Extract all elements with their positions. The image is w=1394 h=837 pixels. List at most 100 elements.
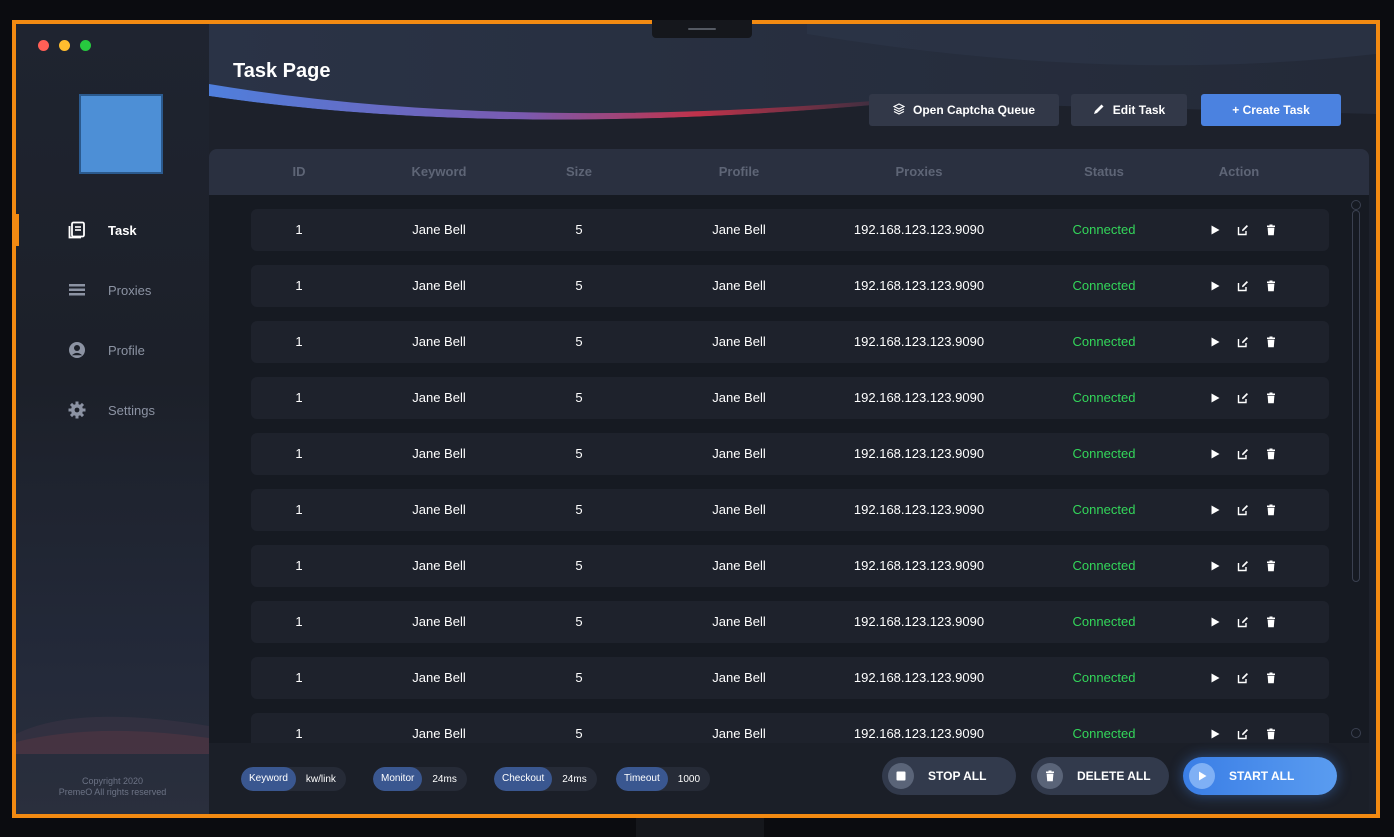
run-task-icon[interactable]	[1209, 504, 1221, 516]
edit-task-icon[interactable]	[1237, 224, 1249, 236]
start-all-button[interactable]: START ALL	[1183, 757, 1337, 795]
run-task-icon[interactable]	[1209, 728, 1221, 740]
edit-task-icon[interactable]	[1237, 504, 1249, 516]
sidebar-item-proxies[interactable]: Proxies	[16, 260, 209, 320]
sidebar-wave-decoration	[16, 716, 209, 754]
table-row[interactable]: 1 Jane Bell 5 Jane Bell 192.168.123.123.9090…	[251, 209, 1329, 251]
table-row[interactable]: 1 Jane Bell 5 Jane Bell 192.168.123.123.9090…	[251, 713, 1329, 743]
delete-task-icon[interactable]	[1265, 728, 1277, 740]
run-task-icon[interactable]	[1209, 672, 1221, 684]
delete-task-icon[interactable]	[1265, 448, 1277, 460]
run-task-icon[interactable]	[1209, 224, 1221, 236]
cell-keyword: Jane Bell	[412, 334, 466, 349]
delete-task-icon[interactable]	[1265, 336, 1277, 348]
cell-id: 1	[295, 726, 303, 741]
cell-id: 1	[295, 278, 303, 293]
cell-keyword: Jane Bell	[412, 390, 466, 405]
cell-size: 5	[575, 726, 583, 741]
sidebar-item-profile[interactable]: Profile	[16, 320, 209, 380]
maximize-window-button[interactable]	[80, 40, 91, 51]
edit-task-icon[interactable]	[1237, 392, 1249, 404]
delete-task-icon[interactable]	[1265, 392, 1277, 404]
run-task-icon[interactable]	[1209, 616, 1221, 628]
scroll-up-button[interactable]	[1351, 200, 1361, 210]
cell-keyword: Jane Bell	[412, 726, 466, 741]
table-row[interactable]: 1 Jane Bell 5 Jane Bell 192.168.123.123.9090…	[251, 433, 1329, 475]
cell-size: 5	[575, 614, 583, 629]
cell-proxy: 192.168.123.123.9090	[853, 446, 985, 461]
scroll-down-button[interactable]	[1351, 728, 1361, 738]
edit-task-icon[interactable]	[1237, 728, 1249, 740]
column-header-keyword: Keyword	[411, 164, 467, 179]
run-task-icon[interactable]	[1209, 448, 1221, 460]
cell-id: 1	[295, 334, 303, 349]
cell-id: 1	[295, 614, 303, 629]
cell-id: 1	[295, 222, 303, 237]
cell-size: 5	[575, 222, 583, 237]
run-task-icon[interactable]	[1209, 392, 1221, 404]
keyword-setting-chip[interactable]: Keyword kw/link	[241, 767, 346, 791]
delete-task-icon[interactable]	[1265, 504, 1277, 516]
minimize-window-button[interactable]	[59, 40, 70, 51]
monitor-setting-chip[interactable]: Monitor 24ms	[373, 767, 467, 791]
run-task-icon[interactable]	[1209, 560, 1221, 572]
edit-task-icon[interactable]	[1237, 448, 1249, 460]
create-task-button[interactable]: + Create Task	[1201, 94, 1341, 126]
column-header-size: Size	[565, 164, 592, 179]
edit-task-icon[interactable]	[1237, 336, 1249, 348]
run-task-icon[interactable]	[1209, 280, 1221, 292]
close-window-button[interactable]	[38, 40, 49, 51]
window-bottom-notch	[636, 818, 764, 837]
edit-task-icon[interactable]	[1237, 560, 1249, 572]
header-wave-decoration	[209, 24, 1376, 154]
edit-task-button[interactable]: Edit Task	[1071, 94, 1187, 126]
edit-task-label: Edit Task	[1112, 103, 1166, 117]
cell-proxy: 192.168.123.123.9090	[853, 222, 985, 237]
delete-task-icon[interactable]	[1265, 224, 1277, 236]
column-header-id: ID	[292, 164, 306, 179]
table-row[interactable]: 1 Jane Bell 5 Jane Bell 192.168.123.123.9090…	[251, 657, 1329, 699]
edit-task-icon[interactable]	[1237, 280, 1249, 292]
cell-keyword: Jane Bell	[412, 502, 466, 517]
delete-task-icon[interactable]	[1265, 560, 1277, 572]
cell-status: Connected	[1072, 334, 1136, 349]
edit-task-icon[interactable]	[1237, 672, 1249, 684]
run-task-icon[interactable]	[1209, 336, 1221, 348]
table-row[interactable]: 1 Jane Bell 5 Jane Bell 192.168.123.123.9090…	[251, 545, 1329, 587]
cell-profile: Jane Bell	[712, 222, 766, 237]
window-controls	[38, 40, 91, 51]
table-row[interactable]: 1 Jane Bell 5 Jane Bell 192.168.123.123.9090…	[251, 265, 1329, 307]
cell-status: Connected	[1072, 614, 1136, 629]
delete-all-button[interactable]: DELETE ALL	[1031, 757, 1169, 795]
cell-keyword: Jane Bell	[412, 614, 466, 629]
create-task-label: + Create Task	[1232, 103, 1310, 117]
table-scrollbar[interactable]	[1351, 200, 1361, 740]
cell-profile: Jane Bell	[712, 390, 766, 405]
table-row[interactable]: 1 Jane Bell 5 Jane Bell 192.168.123.123.9090…	[251, 489, 1329, 531]
cell-id: 1	[295, 390, 303, 405]
sidebar-item-task[interactable]: Task	[16, 200, 209, 260]
delete-task-icon[interactable]	[1265, 616, 1277, 628]
cell-status: Connected	[1072, 446, 1136, 461]
delete-task-icon[interactable]	[1265, 280, 1277, 292]
table-row[interactable]: 1 Jane Bell 5 Jane Bell 192.168.123.123.9090…	[251, 601, 1329, 643]
open-captcha-queue-button[interactable]: Open Captcha Queue	[869, 94, 1059, 126]
table-row[interactable]: 1 Jane Bell 5 Jane Bell 192.168.123.123.9090…	[251, 321, 1329, 363]
cell-proxy: 192.168.123.123.9090	[853, 390, 985, 405]
cell-profile: Jane Bell	[712, 278, 766, 293]
cell-profile: Jane Bell	[712, 614, 766, 629]
sidebar-item-label: Task	[108, 222, 137, 238]
stop-all-button[interactable]: STOP ALL	[882, 757, 1016, 795]
cell-proxy: 192.168.123.123.9090	[853, 334, 985, 349]
delete-task-icon[interactable]	[1265, 672, 1277, 684]
checkout-setting-chip[interactable]: Checkout 24ms	[494, 767, 597, 791]
table-row[interactable]: 1 Jane Bell 5 Jane Bell 192.168.123.123.9090…	[251, 377, 1329, 419]
timeout-setting-chip[interactable]: Timeout 1000	[616, 767, 711, 791]
cell-proxy: 192.168.123.123.9090	[853, 614, 985, 629]
scroll-thumb[interactable]	[1352, 210, 1360, 582]
cell-status: Connected	[1072, 726, 1136, 741]
sidebar-item-settings[interactable]: Settings	[16, 380, 209, 440]
list-icon	[68, 281, 86, 299]
edit-task-icon[interactable]	[1237, 616, 1249, 628]
cell-status: Connected	[1072, 558, 1136, 573]
